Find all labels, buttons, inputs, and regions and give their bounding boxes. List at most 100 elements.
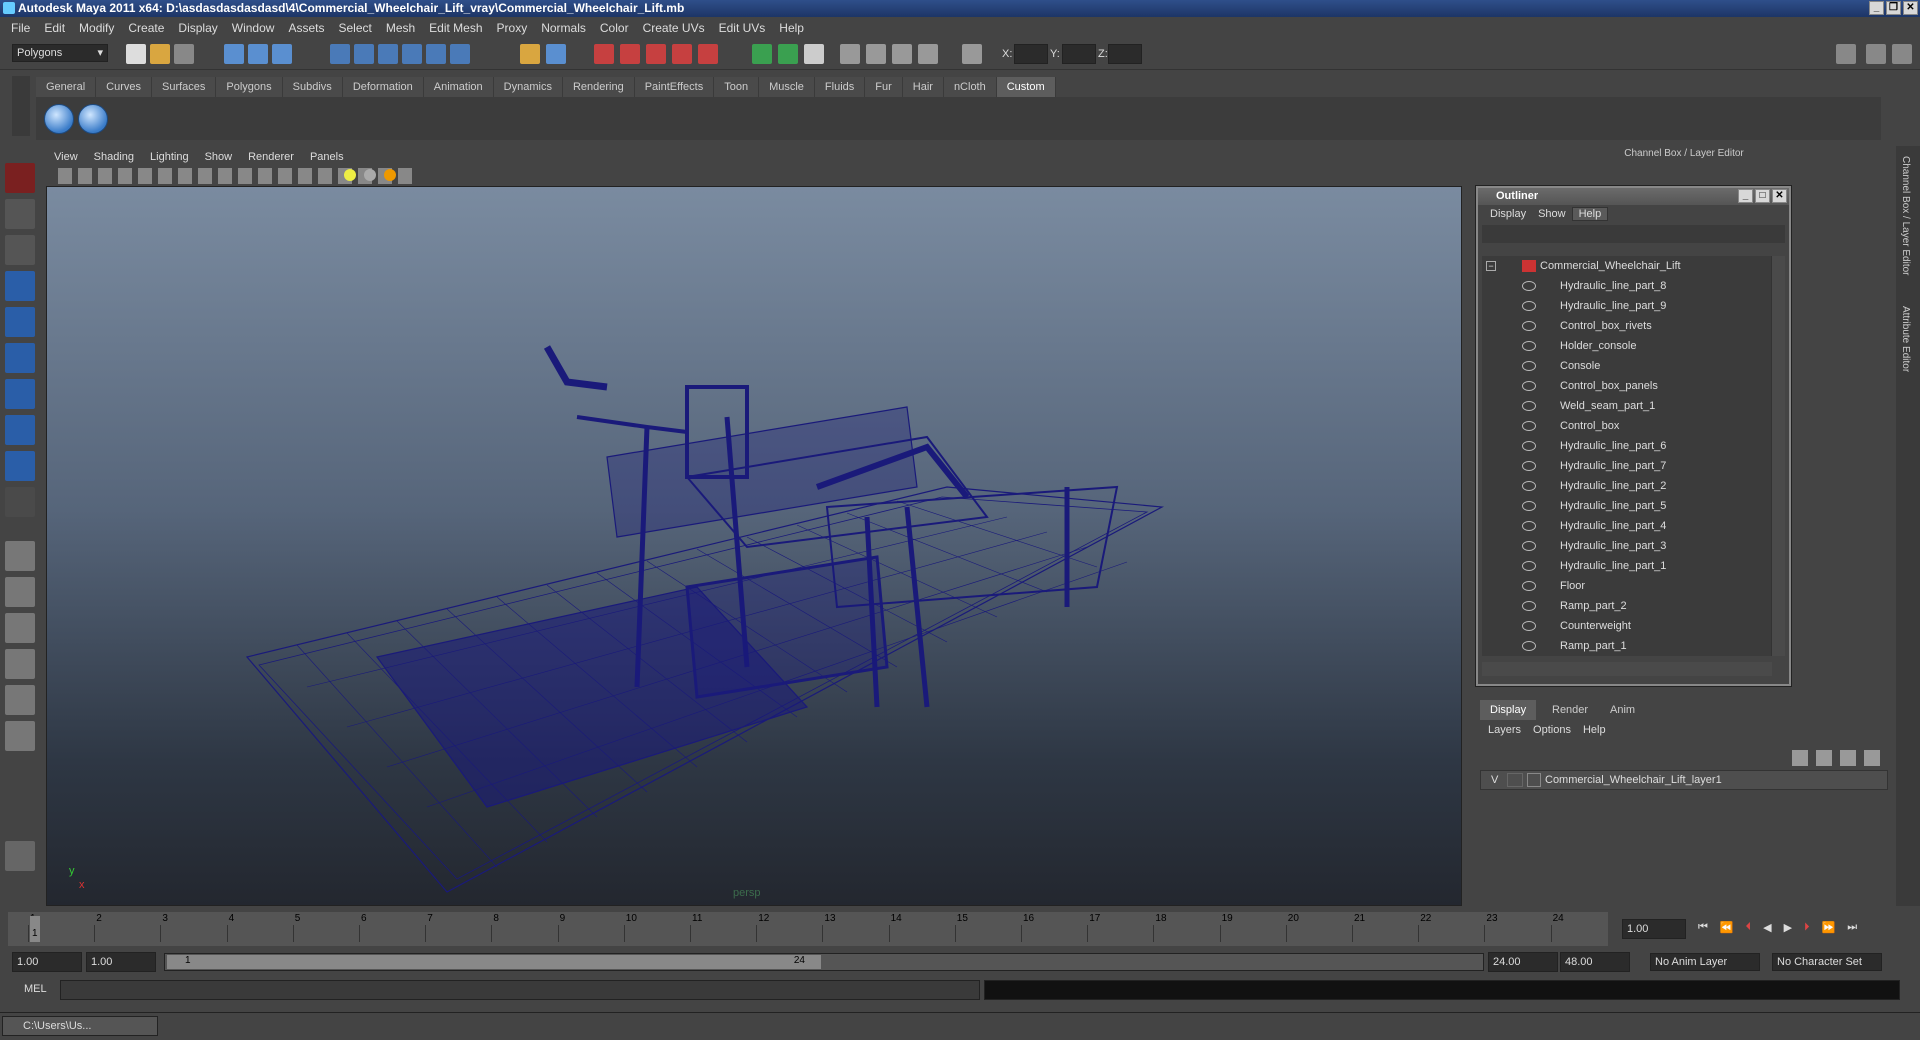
input-ops-icon[interactable] (546, 44, 566, 64)
shadow-icon[interactable] (364, 169, 376, 181)
menu-edit[interactable]: Edit (37, 21, 72, 35)
make-live-icon[interactable] (426, 44, 446, 64)
outliner-filter-field[interactable] (1482, 225, 1785, 243)
menu-edit-uvs[interactable]: Edit UVs (712, 21, 773, 35)
outliner-minimize-button[interactable]: _ (1738, 189, 1753, 203)
layer-toolbar-icons[interactable] (1792, 750, 1884, 766)
menu-create[interactable]: Create (121, 21, 171, 35)
shelf-tab-toon[interactable]: Toon (714, 77, 760, 97)
display-render-icon[interactable] (840, 44, 860, 64)
layer-tab-render[interactable]: Render (1542, 700, 1598, 720)
layer-playback-toggle[interactable] (1507, 773, 1523, 787)
menu-select[interactable]: Select (331, 21, 378, 35)
shelf-tab-deformation[interactable]: Deformation (342, 77, 424, 97)
shelf-tab-surfaces[interactable]: Surfaces (151, 77, 217, 97)
go-to-start-icon[interactable]: ⏮ (1698, 921, 1708, 937)
menu-display[interactable]: Display (171, 21, 224, 35)
save-scene-icon[interactable] (174, 44, 194, 64)
menu-color[interactable]: Color (593, 21, 636, 35)
outliner-item[interactable]: Counterweight (1482, 616, 1772, 636)
outliner-menu-help[interactable]: Help (1571, 207, 1609, 221)
layer-row[interactable]: V Commercial_Wheelchair_Lift_layer1 (1480, 770, 1888, 790)
new-scene-icon[interactable] (126, 44, 146, 64)
layer-color-swatch[interactable] (1527, 773, 1541, 787)
show-manipulator-tool-icon[interactable] (5, 451, 35, 481)
persp-graph-hypergraph-layout-icon[interactable] (5, 721, 35, 751)
outliner-horizontal-scrollbar[interactable] (1482, 662, 1772, 676)
step-forward-icon[interactable]: ⏩ (1822, 921, 1836, 937)
move-tool-icon[interactable] (5, 271, 35, 301)
menu-assets[interactable]: Assets (281, 21, 331, 35)
shelf-tab-custom[interactable]: Custom (996, 77, 1056, 97)
outliner-item[interactable]: Hydraulic_line_part_3 (1482, 536, 1772, 556)
outliner-close-button[interactable]: ✕ (1772, 189, 1787, 203)
z-field[interactable] (1108, 44, 1142, 64)
menu-normals[interactable]: Normals (534, 21, 593, 35)
outliner-item[interactable]: Hydraulic_line_part_4 (1482, 516, 1772, 536)
command-language-label[interactable]: MEL (24, 983, 47, 995)
layer-visibility-toggle[interactable]: V (1491, 771, 1498, 789)
open-scene-icon[interactable] (150, 44, 170, 64)
outliner-item[interactable]: Console (1482, 356, 1772, 376)
shelf-tab-fluids[interactable]: Fluids (814, 77, 866, 97)
current-time-marker[interactable]: 1 (30, 916, 40, 942)
shelf-tab-muscle[interactable]: Muscle (759, 77, 815, 97)
shelf-tab-painteffects[interactable]: PaintEffects (634, 77, 715, 97)
snap-curve-icon[interactable] (354, 44, 374, 64)
command-input[interactable] (60, 980, 980, 1000)
history-icon[interactable] (450, 44, 470, 64)
menu-proxy[interactable]: Proxy (490, 21, 535, 35)
shelf-tab-general[interactable]: General (36, 77, 97, 97)
restore-button[interactable]: ❐ (1886, 1, 1901, 15)
shelf-tab-ncloth[interactable]: nCloth (943, 77, 997, 97)
outliner-item[interactable]: Hydraulic_line_part_1 (1482, 556, 1772, 576)
outliner-item[interactable]: Weld_seam_part_1 (1482, 396, 1772, 416)
minimize-button[interactable]: _ (1869, 1, 1884, 15)
shelf-tab-fur[interactable]: Fur (865, 77, 903, 97)
shelf-tab-polygons[interactable]: Polygons (216, 77, 283, 97)
show-manipulator-icon[interactable] (866, 44, 886, 64)
viewport-menu-lighting[interactable]: Lighting (142, 151, 197, 163)
viewport-menu-view[interactable]: View (46, 151, 86, 163)
outliner-menu-display[interactable]: Display (1484, 208, 1532, 220)
four-view-layout-icon[interactable] (5, 577, 35, 607)
snap-view-plane-icon[interactable] (402, 44, 422, 64)
side-tab-attribute-editor[interactable]: Attribute Editor (1900, 306, 1911, 372)
y-field[interactable] (1062, 44, 1096, 64)
persp-graph-layout-icon[interactable] (5, 649, 35, 679)
snap-together-icon[interactable] (620, 44, 640, 64)
single-perspective-layout-icon[interactable] (5, 541, 35, 571)
playback-start-field[interactable]: 1.00 (86, 952, 156, 972)
close-button[interactable]: ✕ (1903, 1, 1918, 15)
viewport-menu-shading[interactable]: Shading (86, 151, 142, 163)
outliner-maximize-button[interactable]: □ (1755, 189, 1770, 203)
menu-help[interactable]: Help (772, 21, 811, 35)
outliner-item[interactable]: Control_box_panels (1482, 376, 1772, 396)
shelf-tab-rendering[interactable]: Rendering (562, 77, 635, 97)
select-object-icon[interactable] (248, 44, 268, 64)
outliner-root-item[interactable]: − Commercial_Wheelchair_Lift (1482, 256, 1772, 276)
menu-file[interactable]: File (4, 21, 37, 35)
play-forward-icon[interactable]: ▶ (1784, 921, 1792, 937)
collapse-icon[interactable]: − (1486, 261, 1496, 271)
toggle-attribute-editor-icon[interactable] (1836, 44, 1856, 64)
x-field[interactable] (1014, 44, 1048, 64)
outliner-item[interactable]: Ramp_part_2 (1482, 596, 1772, 616)
toggle-tool-settings-icon[interactable] (1866, 44, 1886, 64)
render-settings-icon[interactable] (752, 44, 772, 64)
outliner-item[interactable]: Floor (1482, 576, 1772, 596)
outliner-item[interactable]: Hydraulic_line_part_9 (1482, 296, 1772, 316)
range-slider[interactable]: 1 24 (164, 953, 1484, 971)
start-time-field[interactable]: 1.00 (12, 952, 82, 972)
light-icon[interactable] (344, 169, 356, 181)
toggle-channel-box-icon[interactable] (1892, 44, 1912, 64)
magnet-icon[interactable] (594, 44, 614, 64)
shelf-tab-dynamics[interactable]: Dynamics (493, 77, 563, 97)
universal-manip-icon[interactable] (5, 379, 35, 409)
layer-tab-anim[interactable]: Anim (1600, 700, 1645, 720)
menu-edit-mesh[interactable]: Edit Mesh (422, 21, 489, 35)
time-slider[interactable]: 123456789101112131415161718192021222324 … (8, 912, 1608, 946)
viewport-menu-renderer[interactable]: Renderer (240, 151, 302, 163)
character-set-dropdown[interactable]: No Character Set (1772, 953, 1882, 971)
go-to-end-icon[interactable]: ⏭ (1847, 921, 1857, 937)
